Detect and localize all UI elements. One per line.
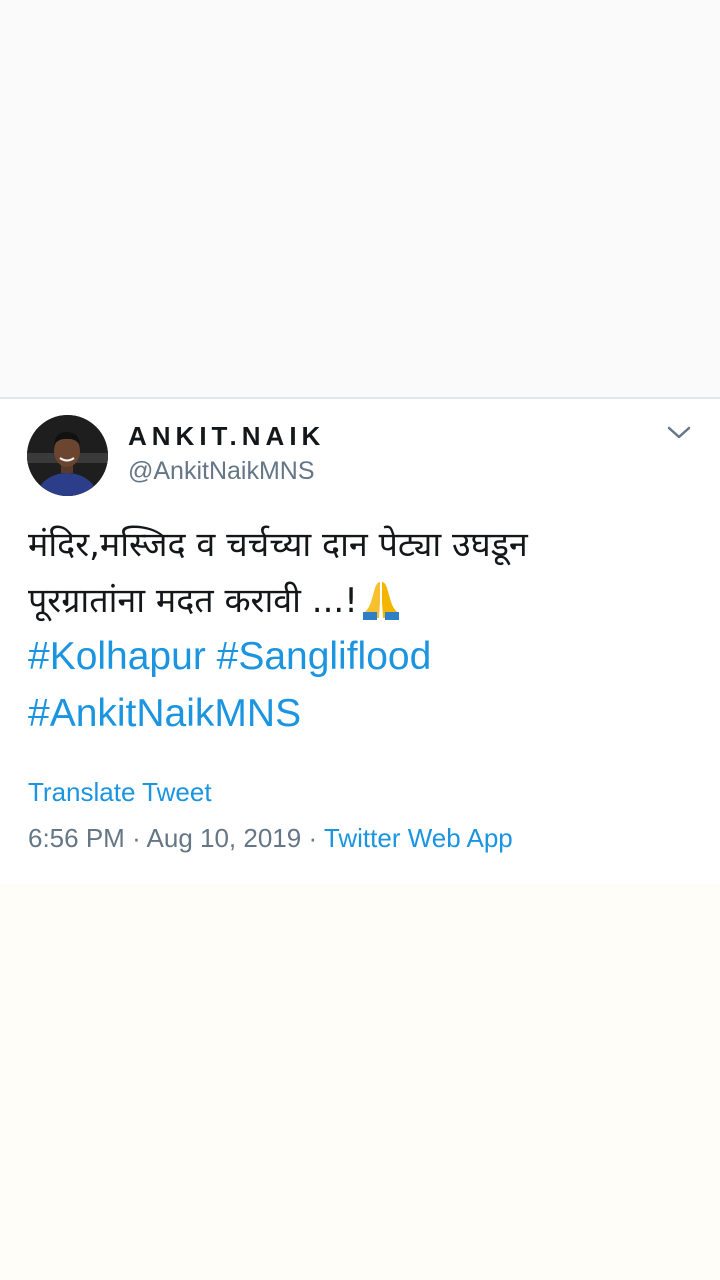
folded-hands-emoji: [362, 582, 399, 620]
display-name[interactable]: ANKIT.NAIK: [128, 421, 325, 452]
chevron-down-icon[interactable]: [666, 423, 692, 443]
blank-area-top: [0, 0, 720, 397]
tweet-card: ANKIT.NAIK @AnkitNaikMNS मंदिर,मस्जिद व …: [0, 397, 720, 886]
hashtag-link[interactable]: #Sangliflood: [217, 635, 432, 678]
tweet-text: मंदिर,मस्जिद व चर्चच्या दान पेट्या उघडून…: [28, 517, 692, 743]
hashtag-link[interactable]: #Kolhapur: [28, 635, 206, 678]
tweet-text-fragment: पूरग्रातांना मदत करावी ...!: [28, 581, 358, 621]
hashtag-line: #AnkitNaikMNS: [28, 686, 692, 743]
translate-tweet-link[interactable]: Translate Tweet: [28, 777, 212, 808]
tweet-metadata: 6:56 PM · Aug 10, 2019 · Twitter Web App: [28, 823, 513, 854]
tweet-date: Aug 10, 2019: [146, 823, 302, 853]
user-handle[interactable]: @AnkitNaikMNS: [128, 457, 315, 486]
tweet-source-link[interactable]: Twitter Web App: [324, 823, 513, 853]
hashtag-line: #Kolhapur #Sangliflood: [28, 629, 692, 686]
tweet-text-line: मंदिर,मस्जिद व चर्चच्या दान पेट्या उघडून: [28, 525, 528, 565]
blank-area-bottom: [0, 884, 720, 1280]
tweet-time: 6:56 PM: [28, 823, 125, 853]
tweet-text-line: पूरग्रातांना मदत करावी ...!: [28, 573, 692, 629]
meta-separator: ·: [132, 823, 141, 853]
avatar[interactable]: [27, 415, 108, 496]
hashtag-link[interactable]: #AnkitNaikMNS: [28, 692, 301, 735]
meta-separator: ·: [308, 823, 318, 853]
